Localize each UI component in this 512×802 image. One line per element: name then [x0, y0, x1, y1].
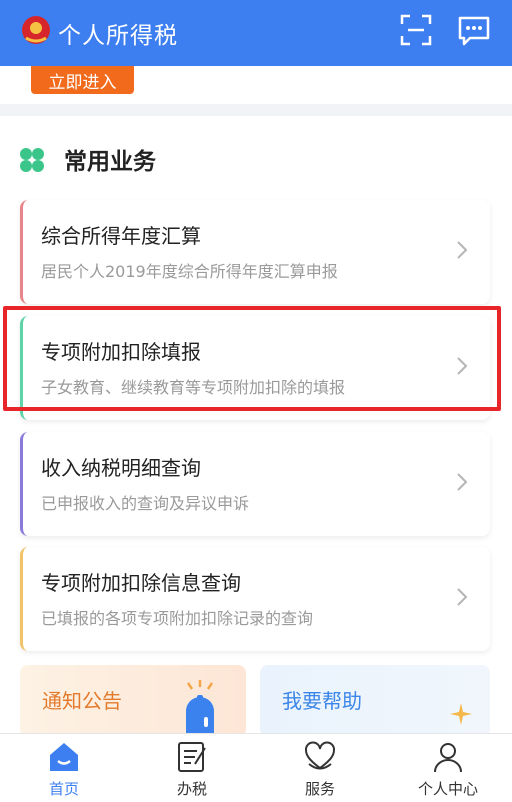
service-card-title: 专项附加扣除信息查询 [41, 571, 241, 595]
scan-icon[interactable] [398, 12, 434, 48]
service-card-annual-settlement[interactable]: 综合所得年度汇算 居民个人2019年度综合所得年度汇算申报 [20, 200, 490, 304]
chevron-right-icon [457, 588, 468, 606]
notice-label: 通知公告 [42, 689, 122, 713]
tab-personal-center[interactable]: 个人中心 [384, 734, 512, 802]
service-card-title: 收入纳税明细查询 [41, 456, 201, 480]
service-card-title: 综合所得年度汇算 [41, 224, 201, 248]
home-icon [50, 743, 78, 771]
tab-label: 办税 [176, 780, 207, 798]
app-title: 个人所得税 [58, 23, 178, 49]
banner: 立即进入 [0, 66, 512, 104]
tab-label: 首页 [48, 780, 79, 798]
message-icon[interactable] [456, 12, 492, 48]
service-heart-icon [305, 741, 335, 770]
service-card-deduction-info-query[interactable]: 专项附加扣除信息查询 已填报的各项专项附加扣除记录的查询 [20, 547, 490, 651]
highlight-box [3, 306, 501, 411]
tab-service[interactable]: 服务 [256, 734, 384, 802]
service-card-subtitle: 已申报收入的查询及异议申诉 [41, 494, 250, 513]
app-header: 个人所得税 [0, 0, 512, 66]
chevron-right-icon [457, 473, 468, 491]
tab-label: 服务 [304, 780, 335, 798]
common-services-section: 常用业务 综合所得年度汇算 居民个人2019年度综合所得年度汇算申报 专项附加扣… [0, 116, 512, 736]
help-label: 我要帮助 [282, 689, 362, 713]
service-card-income-tax-query[interactable]: 收入纳税明细查询 已申报收入的查询及异议申诉 [20, 432, 490, 536]
sparkle-icon [450, 703, 472, 725]
section-title: 常用业务 [64, 149, 156, 175]
tax-emblem-icon [22, 16, 50, 44]
notice-tile[interactable]: 通知公告 [20, 665, 246, 737]
tab-label: 个人中心 [417, 780, 478, 798]
service-card-subtitle: 居民个人2019年度综合所得年度汇算申报 [41, 262, 338, 281]
service-card-subtitle: 已填报的各项专项附加扣除记录的查询 [41, 609, 314, 628]
person-icon [434, 743, 462, 773]
tab-tax[interactable]: 办税 [128, 734, 256, 802]
tab-home[interactable]: 首页 [0, 734, 128, 802]
help-tile[interactable]: 我要帮助 [260, 665, 490, 737]
bottom-tab-bar: 首页 办税 服务 个人中心 [0, 733, 512, 802]
tax-form-icon [178, 742, 206, 772]
chevron-right-icon [457, 241, 468, 259]
enter-now-button[interactable]: 立即进入 [31, 66, 134, 94]
clover-icon [20, 148, 44, 172]
bell-icon [186, 680, 214, 737]
